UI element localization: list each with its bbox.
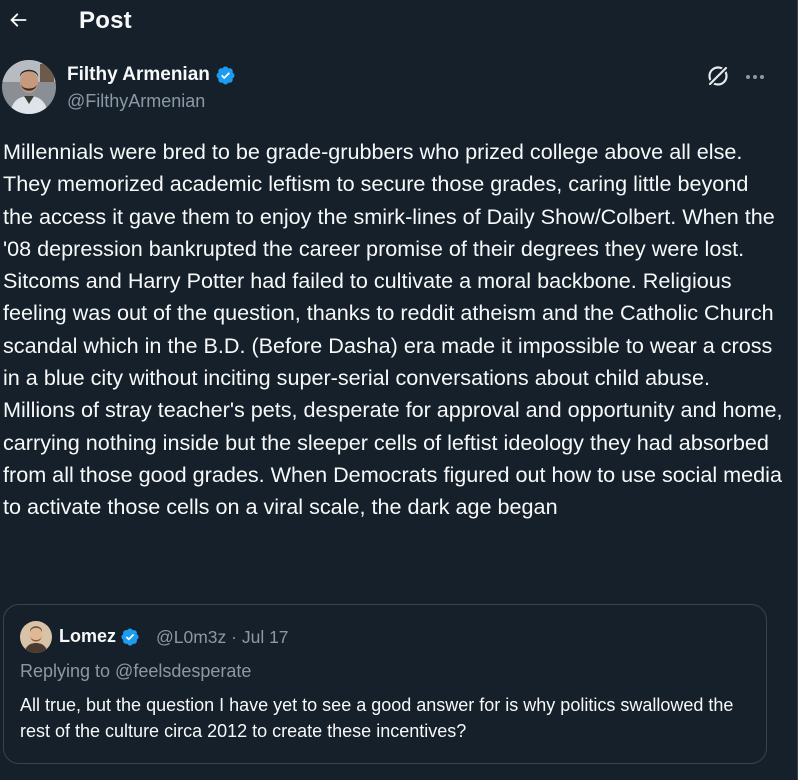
quoted-replying-to: Replying to @feelsdesperate: [20, 661, 252, 681]
page-title: Post: [79, 7, 132, 34]
more-dots-icon: [745, 67, 765, 85]
grok-button[interactable]: [705, 63, 731, 89]
author-name-label: Filthy Armenian: [67, 64, 210, 85]
quoted-author-name: Lomez: [59, 626, 140, 647]
quoted-handle-date: @L0m3z · Jul 17: [156, 627, 289, 647]
quoted-post-text: All true, but the question I have yet to…: [20, 695, 734, 741]
more-options-button[interactable]: [742, 63, 768, 89]
author-name[interactable]: Filthy Armenian: [67, 64, 236, 86]
verified-badge-icon: [215, 65, 236, 86]
verified-badge-icon: [120, 627, 140, 647]
grok-icon: [705, 64, 731, 93]
post-header: Post: [0, 0, 797, 46]
author-avatar[interactable]: [2, 60, 56, 114]
quoted-author-name-label: Lomez: [59, 626, 117, 646]
back-button[interactable]: [2, 6, 34, 38]
author-handle[interactable]: @FilthyArmenian: [67, 91, 205, 112]
arrow-left-icon: [7, 9, 29, 36]
post-page: Post Filthy Armenian @FilthyArmenian Mil…: [0, 0, 798, 780]
quoted-post-card[interactable]: Lomez @L0m3z · Jul 17 Replying to @feels…: [3, 604, 767, 764]
quoted-author-avatar: [20, 621, 52, 653]
post-text: Millennials were bred to be grade-grubbe…: [3, 139, 783, 520]
